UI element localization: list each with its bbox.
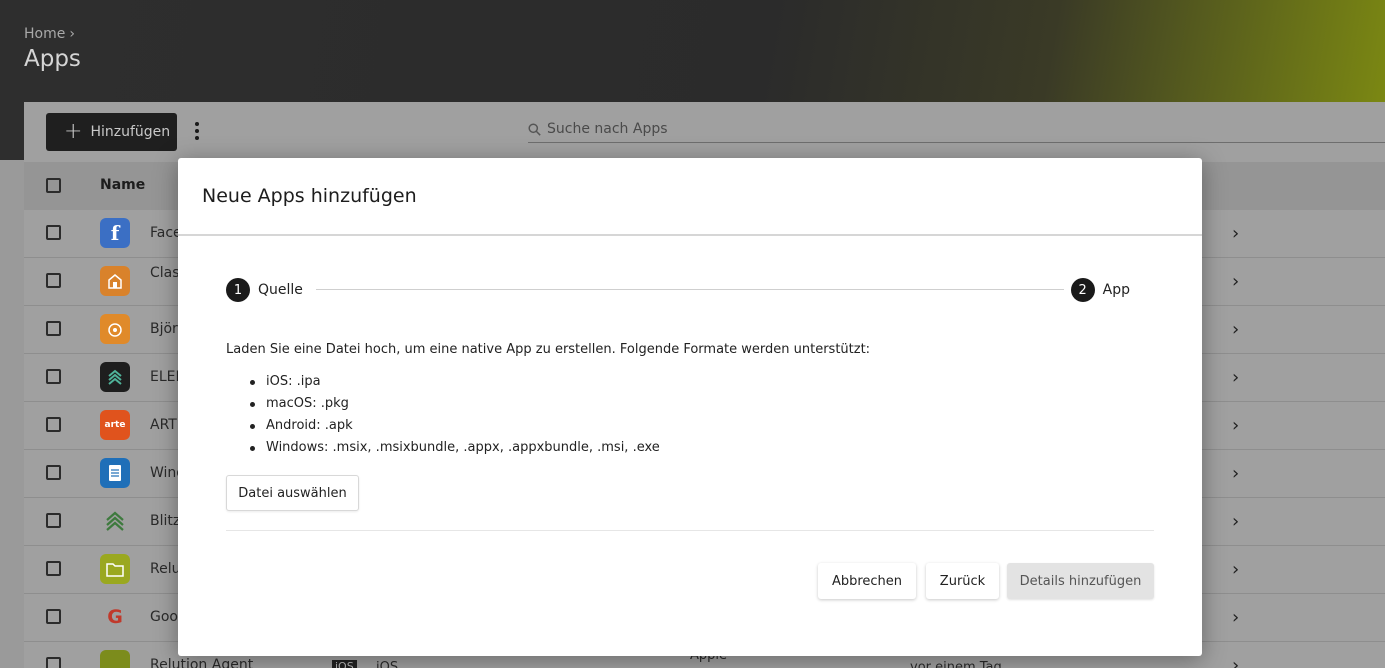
- app-name: Blitz: [150, 513, 180, 529]
- chevron-right-icon[interactable]: ›: [1232, 655, 1239, 668]
- search-icon: [528, 122, 541, 136]
- format-item: iOS: .ipa: [226, 371, 660, 393]
- app-name: Relution Agent: [150, 657, 254, 668]
- app-name: ARTE: [150, 417, 180, 433]
- select-all-checkbox[interactable]: [46, 178, 61, 193]
- upload-instructions: Laden Sie eine Datei hoch, um eine nativ…: [226, 342, 871, 357]
- step-source: 1 Quelle: [226, 278, 303, 302]
- format-item: Windows: .msix, .msixbundle, .appx, .app…: [226, 437, 660, 459]
- add-app-label: Hinzufügen: [90, 124, 171, 140]
- arte-app-icon: arte: [100, 410, 130, 440]
- plus-icon: +: [64, 119, 83, 144]
- format-item: macOS: .pkg: [226, 393, 660, 415]
- step-number: 2: [1070, 278, 1095, 302]
- chevron-right-icon[interactable]: ›: [1232, 511, 1239, 532]
- supported-formats-list: iOS: .ipa macOS: .pkg Android: .apk Wind…: [226, 371, 660, 459]
- app-name: Björk: [150, 321, 180, 337]
- breadcrumb[interactable]: Home ›: [24, 26, 75, 42]
- platform-label: iOS: [376, 660, 399, 668]
- breadcrumb-home[interactable]: Home: [24, 26, 65, 42]
- page-title: Apps: [24, 46, 81, 72]
- app-name: Goog: [150, 609, 180, 625]
- app-name: Class Man: [150, 265, 180, 281]
- divider: [226, 530, 1154, 531]
- search-input[interactable]: Suche nach Apps: [528, 116, 1385, 143]
- row-checkbox[interactable]: [46, 417, 61, 432]
- classroom-app-icon: [100, 266, 130, 296]
- row-checkbox[interactable]: [46, 273, 61, 288]
- row-checkbox[interactable]: [46, 513, 61, 528]
- app-name: ELEM: [150, 369, 180, 385]
- step-label: Quelle: [258, 282, 303, 298]
- relution-app-icon: [100, 554, 130, 584]
- breadcrumb-separator: ›: [69, 26, 75, 42]
- windows-app-icon: [100, 458, 130, 488]
- add-apps-dialog: Neue Apps hinzufügen 1 Quelle 2 App Lade…: [178, 158, 1202, 656]
- column-header-name[interactable]: Name: [100, 177, 145, 193]
- toolbar: + Hinzufügen Suche nach Apps: [24, 102, 1385, 162]
- chevron-right-icon[interactable]: ›: [1232, 319, 1239, 340]
- search-placeholder: Suche nach Apps: [547, 121, 668, 137]
- row-checkbox[interactable]: [46, 561, 61, 576]
- app-name: Wind: [150, 465, 180, 481]
- row-checkbox[interactable]: [46, 609, 61, 624]
- chevron-right-icon[interactable]: ›: [1232, 223, 1239, 244]
- relution-agent-app-icon: [100, 650, 130, 668]
- dialog-header: Neue Apps hinzufügen: [178, 158, 1202, 236]
- add-app-button[interactable]: + Hinzufügen: [46, 113, 177, 151]
- back-button[interactable]: Zurück: [926, 563, 999, 599]
- blitz-app-icon: [100, 506, 130, 536]
- choose-file-button[interactable]: Datei auswählen: [226, 475, 359, 511]
- row-checkbox[interactable]: [46, 657, 61, 668]
- row-checkbox[interactable]: [46, 465, 61, 480]
- chevron-right-icon[interactable]: ›: [1232, 367, 1239, 388]
- step-label: App: [1102, 282, 1130, 298]
- chevron-right-icon[interactable]: ›: [1232, 463, 1239, 484]
- step-number: 1: [226, 278, 250, 302]
- app-name: Relu: [150, 561, 180, 577]
- updated-label: vor einem Tag: [910, 660, 1002, 668]
- google-app-icon: G: [107, 606, 123, 628]
- chevron-right-icon[interactable]: ›: [1232, 607, 1239, 628]
- chevron-right-icon[interactable]: ›: [1232, 271, 1239, 292]
- chevron-right-icon[interactable]: ›: [1232, 559, 1239, 580]
- bjork-app-icon: [100, 314, 130, 344]
- stepper: 1 Quelle 2 App: [226, 278, 1130, 302]
- more-vertical-icon[interactable]: [193, 122, 201, 144]
- add-details-button[interactable]: Details hinzufügen: [1007, 563, 1154, 599]
- row-checkbox[interactable]: [46, 321, 61, 336]
- dialog-title: Neue Apps hinzufügen: [202, 185, 417, 207]
- step-app: 2 App: [1070, 278, 1130, 302]
- row-checkbox[interactable]: [46, 225, 61, 240]
- format-item: Android: .apk: [226, 415, 660, 437]
- app-name: Face: [150, 225, 180, 241]
- elements-app-icon: [100, 362, 130, 392]
- facebook-app-icon: f: [100, 218, 130, 248]
- row-checkbox[interactable]: [46, 369, 61, 384]
- step-connector: [316, 289, 1064, 290]
- chevron-right-icon[interactable]: ›: [1232, 415, 1239, 436]
- cancel-button[interactable]: Abbrechen: [818, 563, 916, 599]
- platform-badge: iOS: [332, 660, 357, 668]
